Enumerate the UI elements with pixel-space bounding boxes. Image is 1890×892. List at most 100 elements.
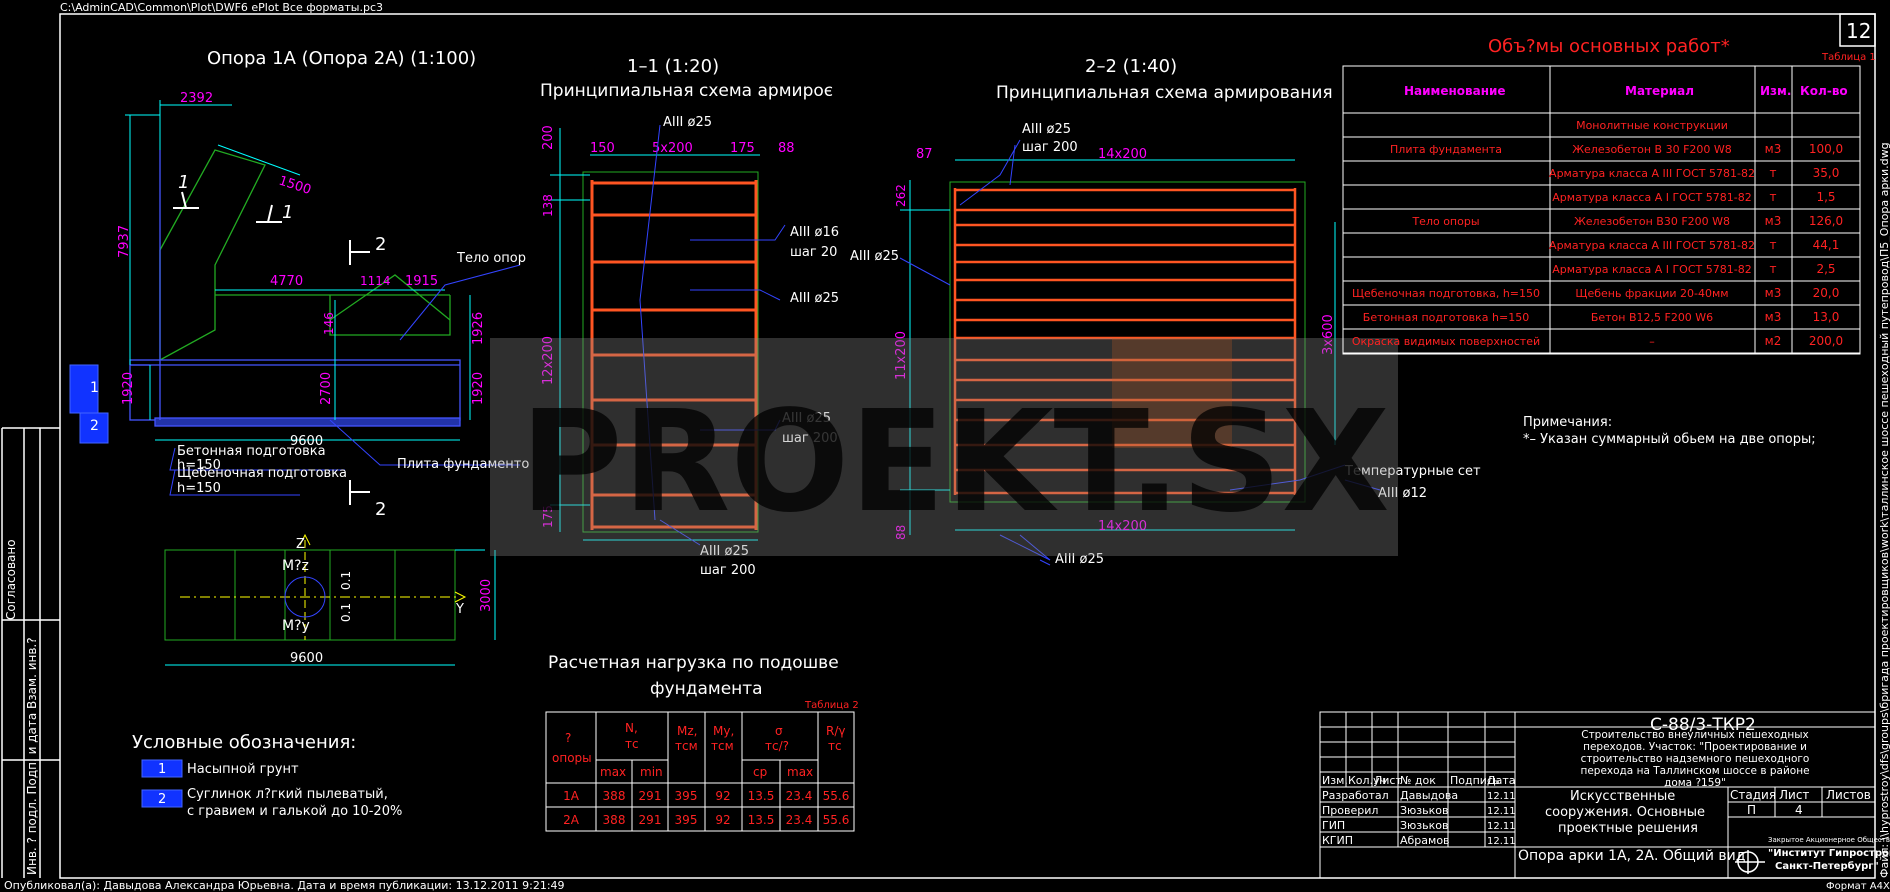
- table1-cell: Арматура класса А I ГОСТ 5781-82: [1552, 263, 1751, 276]
- legend-item2-text1: Суглинок л?гкий пылеватый,: [187, 787, 388, 802]
- title-block-project-line: строительство надземного пешеходного: [1581, 753, 1810, 765]
- t2-h-mz2: тсм: [675, 739, 698, 753]
- section-mark-2a: 2: [375, 234, 386, 255]
- table1-title: Объ?мы основных работ*: [1488, 36, 1730, 57]
- table1-cell: Щебеночная подготовка, h=150: [1352, 287, 1540, 300]
- plan-my: M?y: [282, 618, 310, 634]
- view-11-a16-step: шаг 20: [790, 245, 837, 260]
- t2-h-cp: ср: [753, 765, 767, 779]
- legend-item1-text: Насыпной грунт: [187, 762, 299, 777]
- table2-tag: Таблица 2: [804, 700, 859, 711]
- table2-cell: 388: [603, 813, 626, 827]
- table1-cell: Щебень фракции 20-40мм: [1575, 287, 1728, 300]
- footer-text: Опубликовал(а): Давыдова Александра Юрье…: [4, 879, 565, 892]
- view-11-a16: AIII ø16: [790, 225, 839, 240]
- table1-cell: т: [1770, 262, 1777, 276]
- drawing-canvas: C:\AdminCAD\Common\Plot\DWF6 ePlot Все ф…: [0, 0, 1890, 892]
- table2-cell: 92: [715, 813, 730, 827]
- t2-h-max: max: [600, 765, 626, 779]
- t2-h-opora2: опоры: [552, 751, 592, 765]
- title-block-person: Зюзьков: [1400, 819, 1449, 832]
- title-block-stage-h: Стадия: [1730, 788, 1776, 802]
- margin-soglasovano: Согласовано: [4, 539, 18, 620]
- view-11-a25-bottom-step: шаг 200: [700, 563, 756, 578]
- plan-mz: M?z: [282, 558, 309, 574]
- table2-cell: 55.6: [823, 789, 850, 803]
- title-block-header-cell: Дата: [1487, 774, 1515, 787]
- table1-cell: 100,0: [1809, 142, 1843, 156]
- table2-cell: 13.5: [748, 789, 775, 803]
- table1-cell: Монолитные конструкции: [1576, 119, 1728, 132]
- t2-h-my: My,: [713, 724, 734, 738]
- section-mark-1a: 1: [178, 172, 189, 193]
- table1-cell: Плита фундамента: [1390, 143, 1502, 156]
- table2-cell: 23.4: [786, 789, 813, 803]
- title-block-date: 12.11: [1487, 791, 1516, 802]
- title-block-date: 12.11: [1487, 806, 1516, 817]
- view-22-subtitle: Принципиальная схема армирования: [996, 83, 1333, 103]
- table1-cell: 20,0: [1813, 286, 1840, 300]
- view-22-dim-262: 262: [894, 184, 908, 207]
- view-22-dim-14x200-top: 14x200: [1098, 147, 1147, 162]
- title-block-object-1: Искусственные: [1570, 789, 1675, 804]
- table1-cell: 44,1: [1813, 238, 1840, 252]
- view-11-dim-175: 175: [730, 141, 755, 156]
- t2-h-sigma2: тс/?: [765, 739, 789, 753]
- t2-h-min: min: [640, 765, 663, 779]
- view-11-a25-right: AIII ø25: [790, 291, 839, 306]
- table1-cell: Арматура класса А I ГОСТ 5781-82: [1552, 191, 1751, 204]
- table1-cell: 200,0: [1809, 334, 1843, 348]
- table1-cell: м3: [1765, 214, 1782, 228]
- table2-cell: 1А: [563, 789, 580, 803]
- title-block-header-cell: Лист: [1374, 774, 1402, 787]
- table2-cell: 395: [675, 789, 698, 803]
- company-line1: Закрытое Акционерное Общество: [1768, 836, 1890, 844]
- title-block-role: ГИП: [1322, 819, 1345, 832]
- title-block-project-line: перехода на Таллинском шоссе в районе: [1580, 765, 1809, 777]
- dim-1920-right: 1920: [471, 372, 486, 405]
- margin-inv: Инв. ? подл. Подп. и дата Взам. инв.?: [25, 637, 39, 875]
- watermark: PROEKT.SX: [490, 338, 1398, 556]
- title-block-date: 12.11: [1487, 836, 1516, 847]
- section-mark-1b: 1: [282, 202, 293, 223]
- table1-tag: Таблица 1: [1821, 52, 1876, 63]
- t2-h-r: R/γ: [826, 724, 845, 738]
- table1-header-unit: Изм.: [1760, 84, 1791, 98]
- title-block-header-cells: Изм. Кол.учЛист№ док ПодписьДата: [1322, 774, 1515, 787]
- table2-title1: Расчетная нагрузка по подошве: [548, 653, 839, 673]
- table1-header-name: Наименование: [1404, 84, 1506, 98]
- view-22-title: 2–2 (1:40): [1085, 56, 1177, 77]
- title-block-sheets-h: Листов: [1826, 788, 1871, 802]
- table1-cell: Тело опоры: [1411, 215, 1479, 228]
- table2-cell: 395: [675, 813, 698, 827]
- title-block-sheet-v: 4: [1795, 803, 1803, 817]
- table1-cell: 126,0: [1809, 214, 1843, 228]
- table2-cell: 2А: [563, 813, 580, 827]
- table1-header-qty: Кол-во: [1800, 84, 1848, 98]
- label-betonnaya-1: Бетонная подготовка: [177, 444, 326, 459]
- dim-4770: 4770: [270, 274, 303, 289]
- table2-cell: 23.4: [786, 813, 813, 827]
- notes-line1: *– Указан суммарный обьем на две опоры;: [1523, 432, 1816, 447]
- table1-cell: Окраска видимых поверхностей: [1352, 335, 1540, 348]
- label-shchebenochnaya-2: h=150: [177, 481, 221, 496]
- dim-1926: 1926: [471, 312, 486, 345]
- t2-h-sigma: σ: [775, 724, 783, 738]
- notes-title: Примечания:: [1523, 415, 1612, 430]
- dim-1114: 1114: [360, 274, 391, 288]
- dim-146: 146: [322, 312, 336, 335]
- soil-layer-1: 1: [90, 380, 99, 396]
- section-mark-2b: 2: [375, 499, 386, 520]
- format-text: Формат А4Х3: [1826, 881, 1890, 892]
- view-11-dim-88: 88: [778, 141, 795, 156]
- t2-h-n2: тс: [625, 737, 639, 751]
- view-22-a25-top: AIII ø25: [1022, 122, 1071, 137]
- table2-cell: 291: [639, 813, 662, 827]
- table1-cell: м2: [1765, 334, 1782, 348]
- table1-cell: 13,0: [1813, 310, 1840, 324]
- title-block-sheet-title: Опора арки 1А, 2А. Общий вид: [1518, 848, 1745, 864]
- legend-item2-num: 2: [158, 792, 166, 807]
- table1-cell: т: [1770, 166, 1777, 180]
- table1-cell: 2,5: [1816, 262, 1835, 276]
- watermark-text: PROEKT.SX: [520, 381, 1390, 544]
